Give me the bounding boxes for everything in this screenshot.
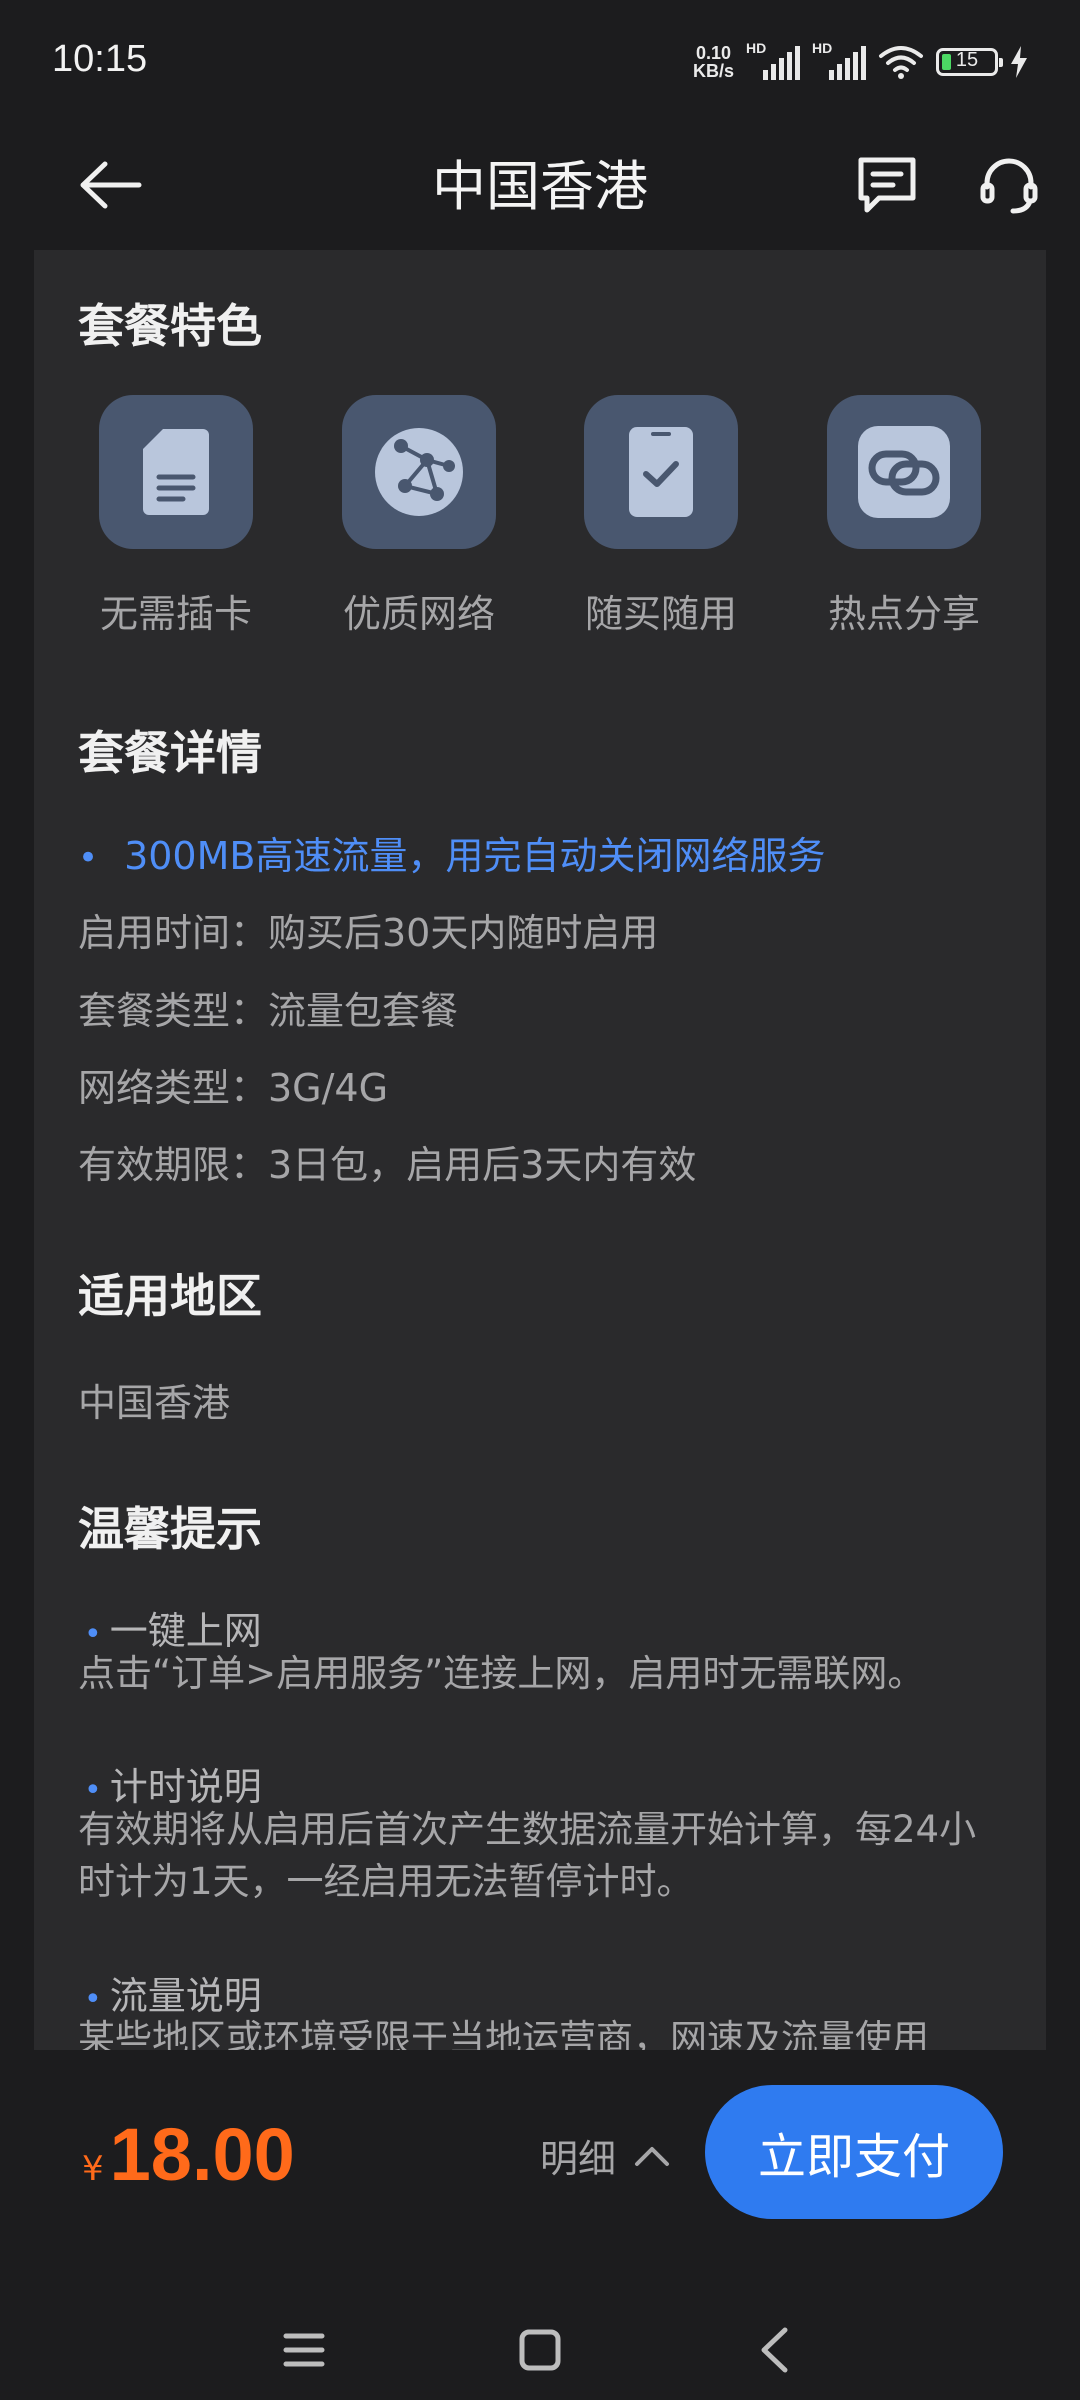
wifi-icon [879,46,923,79]
checkout-bar: ¥ 18.00 明细 立即支付 [0,2050,1080,2300]
region-title: 适用地区 [78,1269,262,1323]
price: ¥ 18.00 [82,2112,295,2197]
details-label: 明细 [540,2137,617,2181]
region-value: 中国香港 [78,1381,231,1425]
pay-now-button[interactable]: 立即支付 [705,2085,1003,2219]
status-bar: 10:15 0.10 KB/s HD HD 15 [0,0,1080,120]
feature-label: 热点分享 [827,592,980,636]
feature-label: 随买随用 [584,592,737,636]
tip-text: 有效期将从启用后首次产生数据流量开始计算，每24小时计为1天，一经启用无法暂停计… [78,1808,977,1903]
details-title: 套餐详情 [78,726,262,780]
sim-card-icon [143,429,209,515]
phone-check-icon [629,427,693,517]
network-globe-icon [375,428,463,516]
detail-line: 网络类型：3G/4G [78,1066,389,1110]
nav-back-icon [761,2327,788,2373]
feature-item: 优质网络 [319,395,519,638]
tip-heading: • 一键上网 [84,1609,262,1653]
net-speed: 0.10 KB/s [692,43,734,81]
detail-line: 套餐类型：流量包套餐 [78,989,459,1033]
top-bar: 中国香港 [0,120,1080,250]
feature-tile [99,395,253,549]
message-icon [858,157,916,213]
price-amount: 18.00 [109,2113,295,2196]
home-square-icon [519,2329,561,2371]
detail-line: 有效期限：3日包，启用后3天内有效 [78,1143,697,1187]
system-nav-bar [0,2300,1080,2400]
tip-heading: • 流量说明 [84,1974,262,2018]
customer-service-button[interactable] [964,140,1054,230]
bullet-dot-icon: • [84,1617,102,1652]
message-button[interactable] [842,140,932,230]
currency-symbol: ¥ [82,2149,104,2189]
hotspot-link-icon [858,426,950,518]
tips-title: 温馨提示 [78,1502,262,1556]
feature-tile [342,395,496,549]
signal-sim2-icon: HD [812,40,866,80]
signal-sim1-icon: HD [746,40,800,80]
feature-label: 优质网络 [342,592,495,636]
status-time: 10:15 [52,38,148,80]
feature-label: 无需插卡 [99,592,252,636]
customer-service-icon [980,158,1038,214]
nav-home-button[interactable] [500,2320,580,2380]
detail-line: 启用时间：购买后30天内随时启用 [78,911,659,955]
battery-icon: 15 [936,48,1003,76]
menu-icon [283,2333,325,2367]
tip-text: 某些地区或环境受限于当地运营商，网速及流量使用 [78,2017,929,2050]
nav-menu-button[interactable] [264,2320,344,2380]
status-indicators: 0.10 KB/s HD HD 15 [693,40,1028,84]
nav-back-button[interactable] [734,2320,814,2380]
feature-tile [827,395,981,549]
tip-heading: • 计时说明 [84,1765,262,1809]
feature-item: 随买随用 [561,395,761,638]
feature-list: 无需插卡 优质网络 随买随用 热点分享 [34,395,1046,638]
package-detail-card[interactable]: 套餐特色 无需插卡 优质网络 随买随用 热点分享 套餐详情 • 300MB高速流… [34,250,1046,2050]
price-details-toggle[interactable]: 明细 [540,2128,670,2183]
feature-tile [584,395,738,549]
features-title: 套餐特色 [78,299,262,353]
charging-bolt-icon [1011,46,1027,78]
tip-text: 点击“订单>启用服务”连接上网，启用时无需联网。 [78,1652,925,1695]
feature-item: 热点分享 [804,395,1004,638]
bullet-dot-icon: • [84,1982,102,2017]
bullet-dot-icon: • [78,838,99,878]
feature-item: 无需插卡 [76,395,276,638]
bullet-dot-icon: • [84,1773,102,1808]
chevron-up-icon [635,2146,670,2166]
details-highlight: • 300MB高速流量，用完自动关闭网络服务 [78,834,826,878]
